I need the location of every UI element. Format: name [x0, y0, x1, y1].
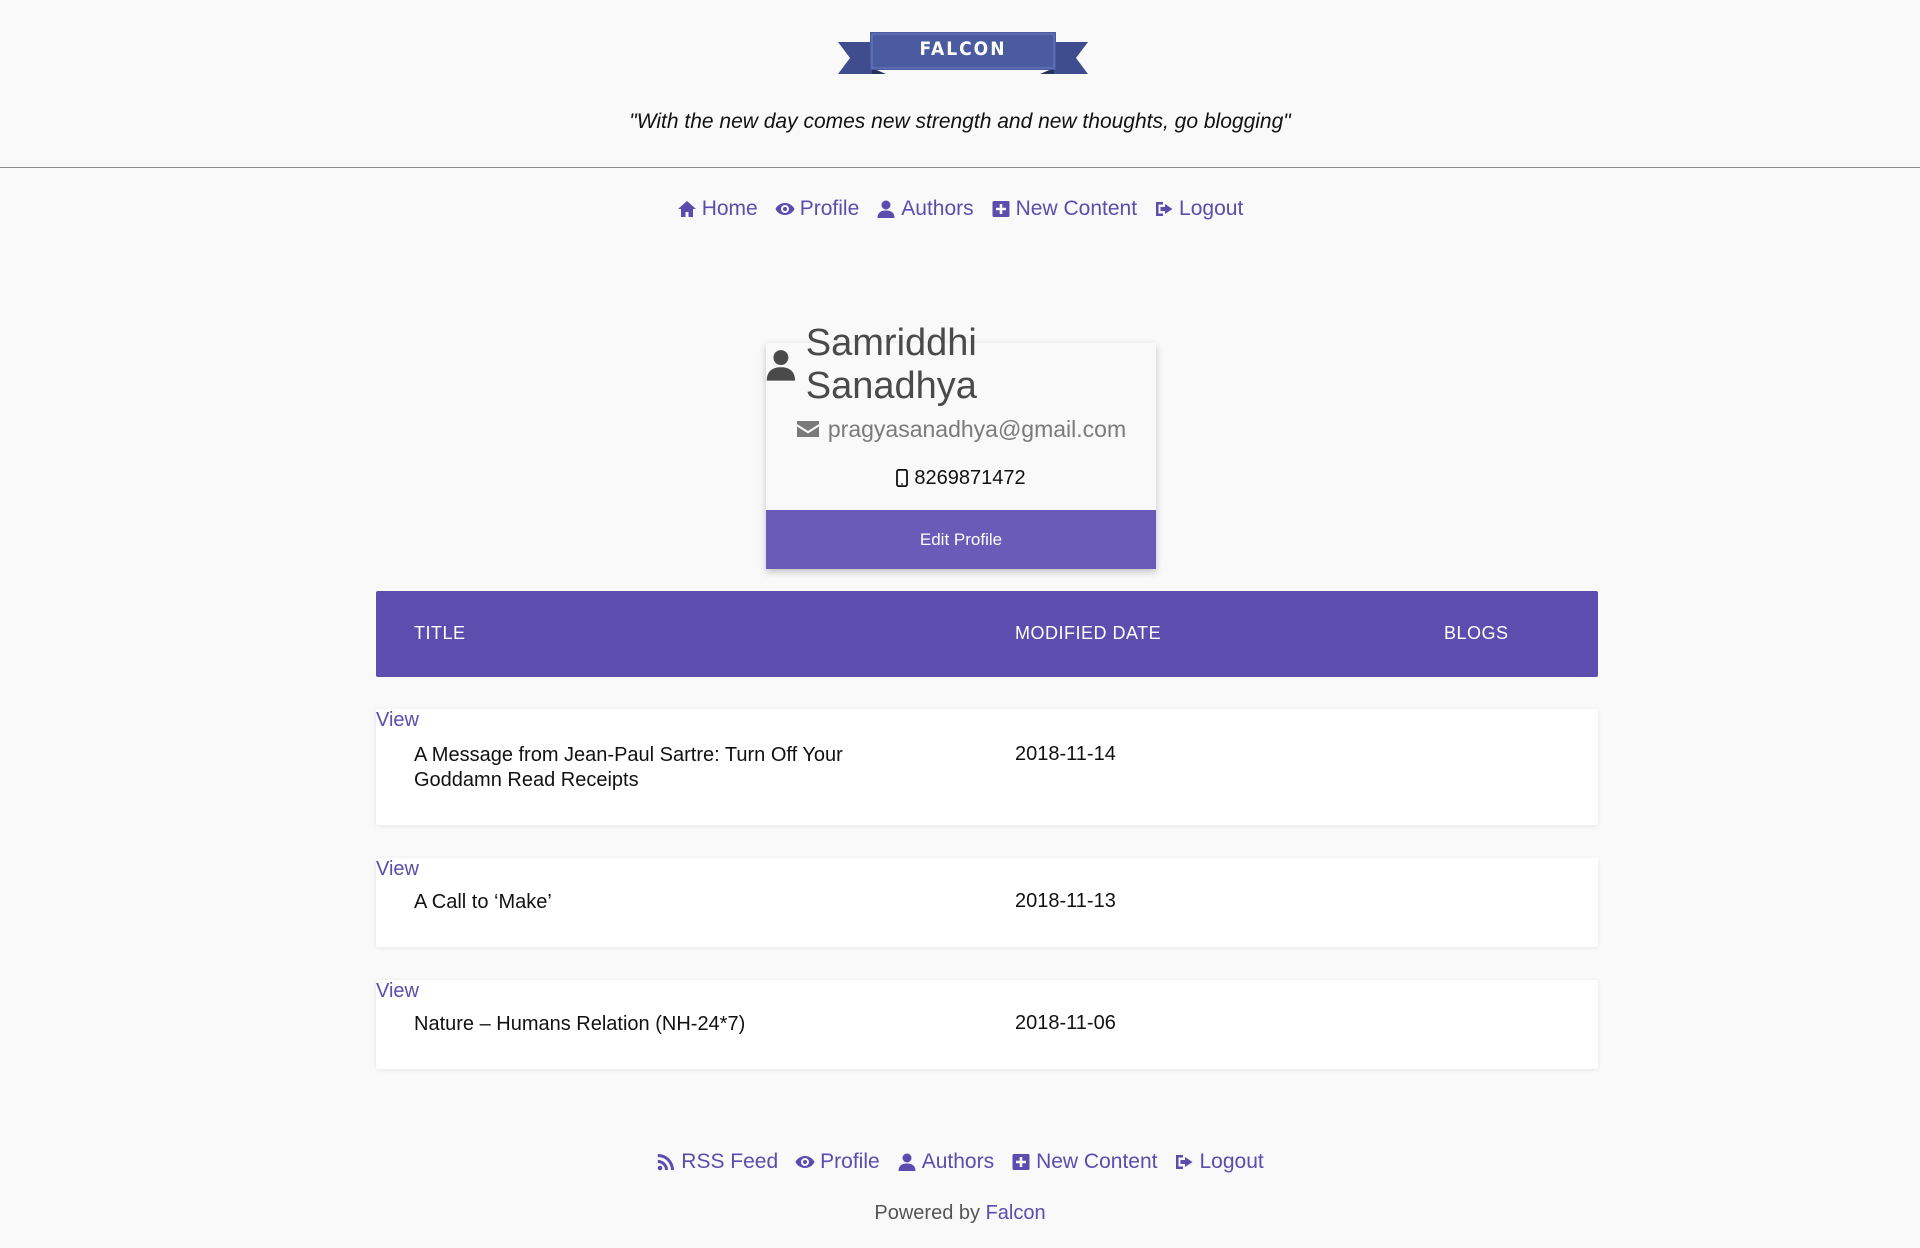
table-header: TITLE MODIFIED DATE BLOGS — [376, 591, 1598, 677]
sign-out-icon — [1154, 199, 1174, 219]
profile-name: Samriddhi Sanadhya — [805, 322, 977, 407]
edit-profile-button[interactable]: Edit Profile — [766, 510, 1156, 569]
footer-new-content-label: New Content — [1036, 1150, 1158, 1173]
table-row: Nature – Humans Relation (NH-24*7) 2018-… — [376, 980, 1598, 1069]
tagline: "With the new day comes new strength and… — [629, 110, 1291, 133]
nav-logout-label: Logout — [1179, 197, 1244, 220]
profile-phone-row: 8269871472 — [766, 464, 1156, 492]
powered-by-text: Powered by — [874, 1202, 981, 1224]
eye-icon — [795, 1152, 815, 1172]
footer-logout-label: Logout — [1199, 1150, 1264, 1173]
envelope-icon — [796, 421, 819, 437]
profile-email-row: pragyasanadhya@gmail.com — [766, 414, 1156, 444]
row-title: Nature – Humans Relation (NH-24*7) — [414, 1013, 746, 1035]
eye-icon — [775, 199, 795, 219]
user-icon — [876, 199, 896, 219]
top-nav: Home Profile Authors New Content Logout — [0, 197, 1920, 221]
user-icon — [766, 350, 796, 381]
nav-profile[interactable]: Profile — [775, 197, 860, 221]
mobile-icon — [896, 469, 909, 487]
nav-new-content[interactable]: New Content — [991, 197, 1137, 221]
site-header: FALCON "With the new day comes new stren… — [0, 0, 1920, 168]
footer-authors[interactable]: Authors — [897, 1150, 994, 1174]
falcon-link[interactable]: Falcon — [986, 1202, 1046, 1224]
plus-square-icon — [991, 199, 1011, 219]
nav-profile-label: Profile — [799, 197, 860, 220]
nav-new-content-label: New Content — [1015, 197, 1138, 220]
sign-out-icon — [1174, 1152, 1194, 1172]
footer-rss-feed[interactable]: RSS Feed — [656, 1150, 778, 1174]
profile-card: Samriddhi Sanadhya pragyasanadhya@gmail.… — [766, 322, 1156, 569]
footer-authors-label: Authors — [921, 1150, 995, 1173]
user-icon — [897, 1152, 917, 1172]
header-blogs: BLOGS — [1444, 623, 1509, 643]
footer-profile[interactable]: Profile — [795, 1150, 880, 1174]
header-modified-date: MODIFIED DATE — [1015, 623, 1162, 643]
view-link[interactable]: View — [376, 858, 419, 880]
falcon-logo[interactable]: FALCON — [838, 28, 1088, 80]
header-title: TITLE — [414, 623, 466, 643]
plus-square-icon — [1011, 1152, 1031, 1172]
home-icon — [677, 199, 697, 219]
view-link[interactable]: View — [376, 980, 419, 1002]
row-date: 2018-11-14 — [1015, 743, 1116, 765]
table-row: A Message from Jean-Paul Sartre: Turn Of… — [376, 709, 1598, 825]
nav-home-label: Home — [701, 197, 758, 220]
row-title: A Message from Jean-Paul Sartre: Turn Of… — [414, 744, 843, 791]
logo-text: FALCON — [919, 38, 1007, 60]
nav-logout[interactable]: Logout — [1154, 197, 1243, 221]
row-date: 2018-11-13 — [1015, 890, 1116, 912]
profile-name-row: Samriddhi Sanadhya — [766, 322, 1156, 407]
footer-nav: RSS Feed Profile Authors New Content Log… — [0, 1150, 1920, 1174]
profile-email: pragyasanadhya@gmail.com — [827, 415, 1127, 442]
view-link[interactable]: View — [376, 709, 419, 731]
rss-icon — [656, 1152, 676, 1172]
nav-home[interactable]: Home — [677, 197, 758, 221]
footer-logout[interactable]: Logout — [1174, 1150, 1264, 1174]
powered-by: Powered by Falcon — [0, 1202, 1920, 1225]
table-row: A Call to ‘Make’ 2018-11-13 View — [376, 858, 1598, 947]
footer-rss-label: RSS Feed — [681, 1150, 779, 1173]
nav-authors-label: Authors — [901, 197, 974, 220]
footer-profile-label: Profile — [820, 1150, 880, 1173]
nav-authors[interactable]: Authors — [876, 197, 974, 221]
footer-new-content[interactable]: New Content — [1011, 1150, 1157, 1174]
row-date: 2018-11-06 — [1015, 1012, 1116, 1034]
profile-phone: 8269871472 — [914, 466, 1026, 489]
row-title: A Call to ‘Make’ — [414, 891, 552, 913]
